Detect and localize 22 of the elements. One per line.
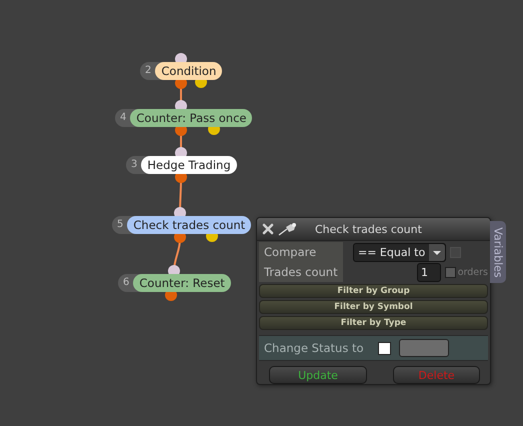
caret-icon[interactable] [429, 244, 445, 260]
count-field[interactable]: 1 [417, 262, 442, 282]
field-label: Trades count [263, 265, 339, 279]
panel-title: Check trades count [315, 222, 422, 236]
filter-section-header[interactable]: Filter by Group [259, 284, 488, 298]
pin-icon[interactable] [278, 222, 298, 236]
filter-section-header[interactable]: Filter by Type [259, 316, 488, 330]
close-icon[interactable] [262, 223, 274, 235]
checkbox[interactable] [378, 342, 391, 354]
flow-node[interactable]: Condition [155, 62, 222, 80]
flow-node[interactable]: Hedge Trading [141, 156, 237, 174]
flow-node[interactable]: Counter: Reset [133, 274, 231, 292]
field-label: Compare [263, 245, 318, 259]
checkbox-label: orders [458, 266, 488, 278]
update-button[interactable]: Update [269, 366, 367, 384]
checkbox[interactable] [445, 266, 456, 278]
filter-section-header[interactable]: Filter by Symbol [259, 300, 488, 314]
flow-node[interactable]: Check trades count [127, 216, 252, 234]
flow-node[interactable]: Counter: Pass once [130, 109, 252, 127]
field-label: Change Status to [263, 341, 365, 355]
compare-dropdown[interactable]: == Equal to [353, 242, 446, 262]
status-field[interactable] [399, 339, 449, 357]
